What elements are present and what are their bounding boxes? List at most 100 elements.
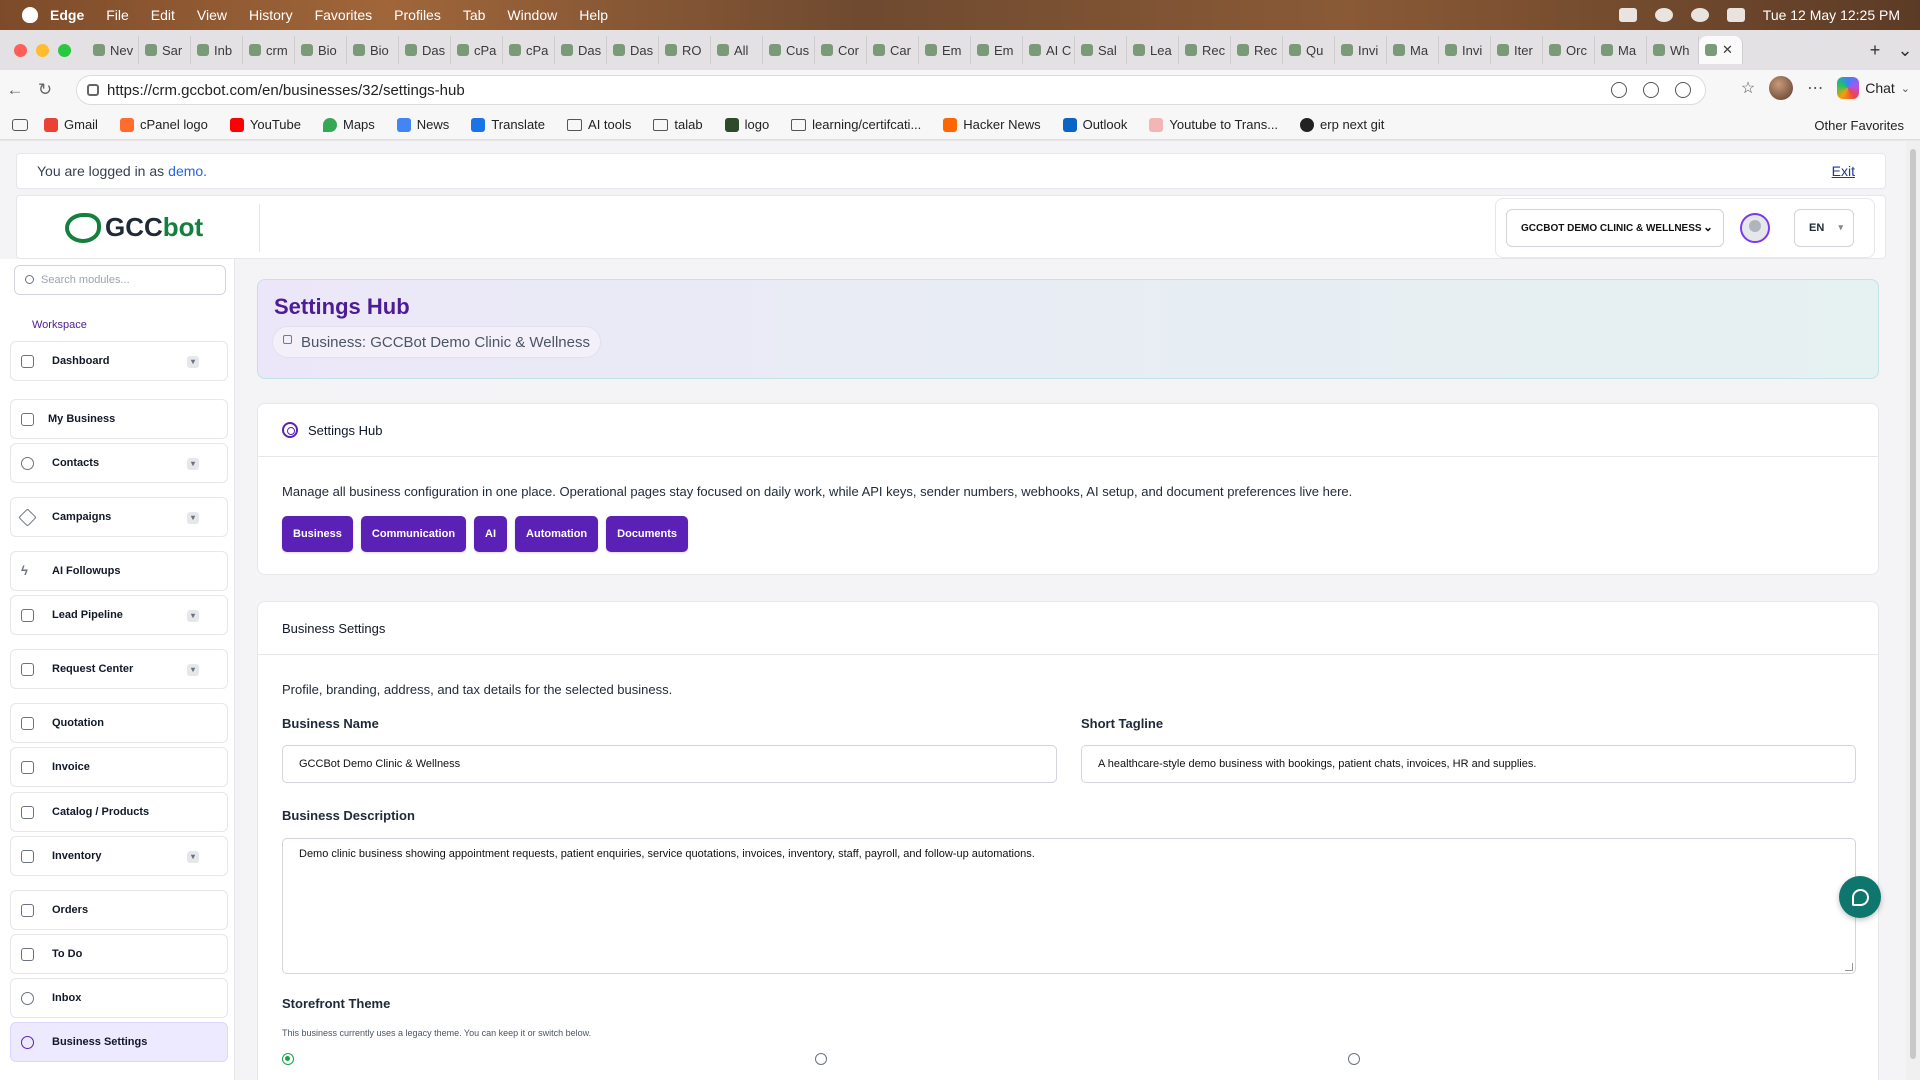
browser-tab[interactable]: Em bbox=[919, 36, 971, 64]
browser-tab[interactable]: Rec bbox=[1179, 36, 1231, 64]
sidebar-item-request-center[interactable]: Request Center ▾ bbox=[10, 649, 228, 689]
menu-window[interactable]: Window bbox=[507, 7, 557, 23]
resize-handle-icon[interactable] bbox=[1845, 963, 1853, 971]
login-user-link[interactable]: demo. bbox=[168, 163, 207, 179]
browser-tab[interactable]: Ma bbox=[1387, 36, 1439, 64]
theme-radio-option-2[interactable] bbox=[815, 1053, 827, 1065]
sidebar-item-inbox[interactable]: Inbox bbox=[10, 978, 228, 1018]
chevron-down-icon[interactable]: ▾ bbox=[187, 512, 199, 524]
sidebar-item-dashboard[interactable]: Dashboard ▾ bbox=[10, 341, 228, 381]
sidebar-item-invoice[interactable]: Invoice bbox=[10, 747, 228, 787]
sidebar-item-campaigns[interactable]: Campaigns ▾ bbox=[10, 497, 228, 537]
browser-tab[interactable]: RO bbox=[659, 36, 711, 64]
business-description-field[interactable]: Demo clinic business showing appointment… bbox=[282, 838, 1856, 974]
bookmark-learning[interactable]: learning/certifcati... bbox=[791, 117, 921, 132]
sidebar-item-business-settings[interactable]: Business Settings bbox=[10, 1022, 228, 1062]
bookmark-hacker-news[interactable]: Hacker News bbox=[943, 117, 1041, 132]
sidebar-item-inventory[interactable]: Inventory ▾ bbox=[10, 836, 228, 876]
browser-tab[interactable]: Inb bbox=[191, 36, 243, 64]
tab-communication[interactable]: Communication bbox=[360, 516, 467, 552]
chevron-down-icon[interactable]: ▾ bbox=[187, 851, 199, 863]
zoom-icon[interactable] bbox=[1611, 82, 1627, 98]
bookmark-youtube[interactable]: YouTube bbox=[229, 117, 301, 132]
more-menu-icon[interactable]: ⋯ bbox=[1807, 78, 1823, 98]
browser-tab[interactable]: Qu bbox=[1283, 36, 1335, 64]
bookmark-youtube-trans[interactable]: Youtube to Trans... bbox=[1149, 117, 1278, 132]
browser-tab[interactable]: crm bbox=[243, 36, 295, 64]
bookmark-gmail[interactable]: Gmail bbox=[44, 117, 98, 132]
sidebar-toggle-icon[interactable] bbox=[12, 118, 28, 131]
business-select[interactable]: GCCBOT DEMO CLINIC & WELLNESS ⌄ bbox=[1506, 209, 1724, 247]
wifi-icon[interactable] bbox=[1654, 8, 1673, 22]
browser-tab[interactable]: Em bbox=[971, 36, 1023, 64]
menu-favorites[interactable]: Favorites bbox=[315, 7, 373, 23]
browser-tab[interactable]: Cor bbox=[815, 36, 867, 64]
browser-tab[interactable]: Das bbox=[607, 36, 659, 64]
sidebar-item-to-do[interactable]: To Do bbox=[10, 934, 228, 974]
browser-tab[interactable]: Nev bbox=[87, 36, 139, 64]
menu-file[interactable]: File bbox=[106, 7, 129, 23]
page-scrollbar[interactable] bbox=[1906, 141, 1920, 1080]
menu-edge[interactable]: Edge bbox=[50, 7, 84, 23]
battery-icon[interactable] bbox=[1618, 8, 1637, 22]
chevron-down-icon[interactable]: ▾ bbox=[187, 610, 199, 622]
browser-tab[interactable]: Car bbox=[867, 36, 919, 64]
control-center-icon[interactable] bbox=[1726, 8, 1745, 22]
reload-icon[interactable]: ↻ bbox=[30, 80, 60, 100]
browser-tab[interactable]: Orc bbox=[1543, 36, 1595, 64]
short-tagline-field[interactable]: A healthcare-style demo business with bo… bbox=[1081, 745, 1856, 783]
browser-tab[interactable]: All bbox=[711, 36, 763, 64]
browser-tab[interactable]: Das bbox=[399, 36, 451, 64]
tab-business[interactable]: Business bbox=[282, 516, 353, 552]
chevron-down-icon[interactable]: ▾ bbox=[187, 664, 199, 676]
chevron-down-icon[interactable]: ▾ bbox=[187, 458, 199, 470]
menu-profiles[interactable]: Profiles bbox=[394, 7, 441, 23]
clock[interactable]: Tue 12 May 12:25 PM bbox=[1763, 7, 1900, 23]
browser-tab[interactable]: Lea bbox=[1127, 36, 1179, 64]
browser-tab[interactable]: cPa bbox=[451, 36, 503, 64]
favorite-star-icon[interactable] bbox=[1675, 82, 1691, 98]
chevron-down-icon[interactable]: ▾ bbox=[187, 356, 199, 368]
sidebar-item-my-business[interactable]: My Business bbox=[10, 399, 228, 439]
module-search-input[interactable]: Search modules... bbox=[14, 265, 226, 295]
exit-link[interactable]: Exit bbox=[1832, 163, 1855, 179]
tab-ai[interactable]: AI bbox=[474, 516, 508, 552]
theme-radio-legacy[interactable] bbox=[282, 1053, 294, 1065]
browser-tab-active[interactable]: ✕ bbox=[1699, 36, 1743, 64]
browser-tab[interactable]: Rec bbox=[1231, 36, 1283, 64]
sidebar-item-orders[interactable]: Orders bbox=[10, 890, 228, 930]
browser-tab[interactable]: Ma bbox=[1595, 36, 1647, 64]
close-window-icon[interactable] bbox=[14, 43, 27, 57]
browser-tab[interactable]: Iter bbox=[1491, 36, 1543, 64]
search-icon[interactable] bbox=[1690, 8, 1709, 22]
bookmark-ai-tools[interactable]: AI tools bbox=[567, 117, 631, 132]
close-tab-icon[interactable]: ✕ bbox=[1722, 42, 1733, 58]
bookmark-news[interactable]: News bbox=[396, 117, 449, 132]
browser-tab[interactable]: Wh bbox=[1647, 36, 1699, 64]
new-tab-icon[interactable]: + bbox=[1860, 40, 1890, 61]
menu-edit[interactable]: Edit bbox=[151, 7, 175, 23]
zoom-window-icon[interactable] bbox=[58, 43, 71, 57]
browser-tab[interactable]: Cus bbox=[763, 36, 815, 64]
sidebar-item-quotation[interactable]: Quotation bbox=[10, 703, 228, 743]
bookmark-outlook[interactable]: Outlook bbox=[1062, 117, 1127, 132]
back-icon[interactable]: ← bbox=[0, 80, 30, 100]
browser-tab[interactable]: Bio bbox=[295, 36, 347, 64]
tab-list-chevron-icon[interactable]: ⌄ bbox=[1890, 40, 1920, 61]
menu-view[interactable]: View bbox=[197, 7, 227, 23]
browser-tab[interactable]: cPa bbox=[503, 36, 555, 64]
menu-help[interactable]: Help bbox=[579, 7, 608, 23]
browser-tab[interactable]: Sal bbox=[1075, 36, 1127, 64]
site-info-icon[interactable] bbox=[87, 84, 99, 96]
favorites-icon[interactable]: ☆ bbox=[1741, 78, 1755, 98]
browser-tab[interactable]: Bio bbox=[347, 36, 399, 64]
browser-tab[interactable]: AI C bbox=[1023, 36, 1075, 64]
sidebar-item-contacts[interactable]: Contacts ▾ bbox=[10, 443, 228, 483]
minimize-window-icon[interactable] bbox=[36, 43, 49, 57]
sidebar-item-ai-followups[interactable]: ϟ AI Followups bbox=[10, 551, 228, 591]
user-avatar[interactable] bbox=[1740, 213, 1770, 243]
scrollbar-thumb[interactable] bbox=[1910, 149, 1916, 1059]
language-select[interactable]: EN ▾ bbox=[1794, 209, 1854, 247]
bookmark-translate[interactable]: Translate bbox=[471, 117, 545, 132]
browser-tab[interactable]: Invi bbox=[1335, 36, 1387, 64]
